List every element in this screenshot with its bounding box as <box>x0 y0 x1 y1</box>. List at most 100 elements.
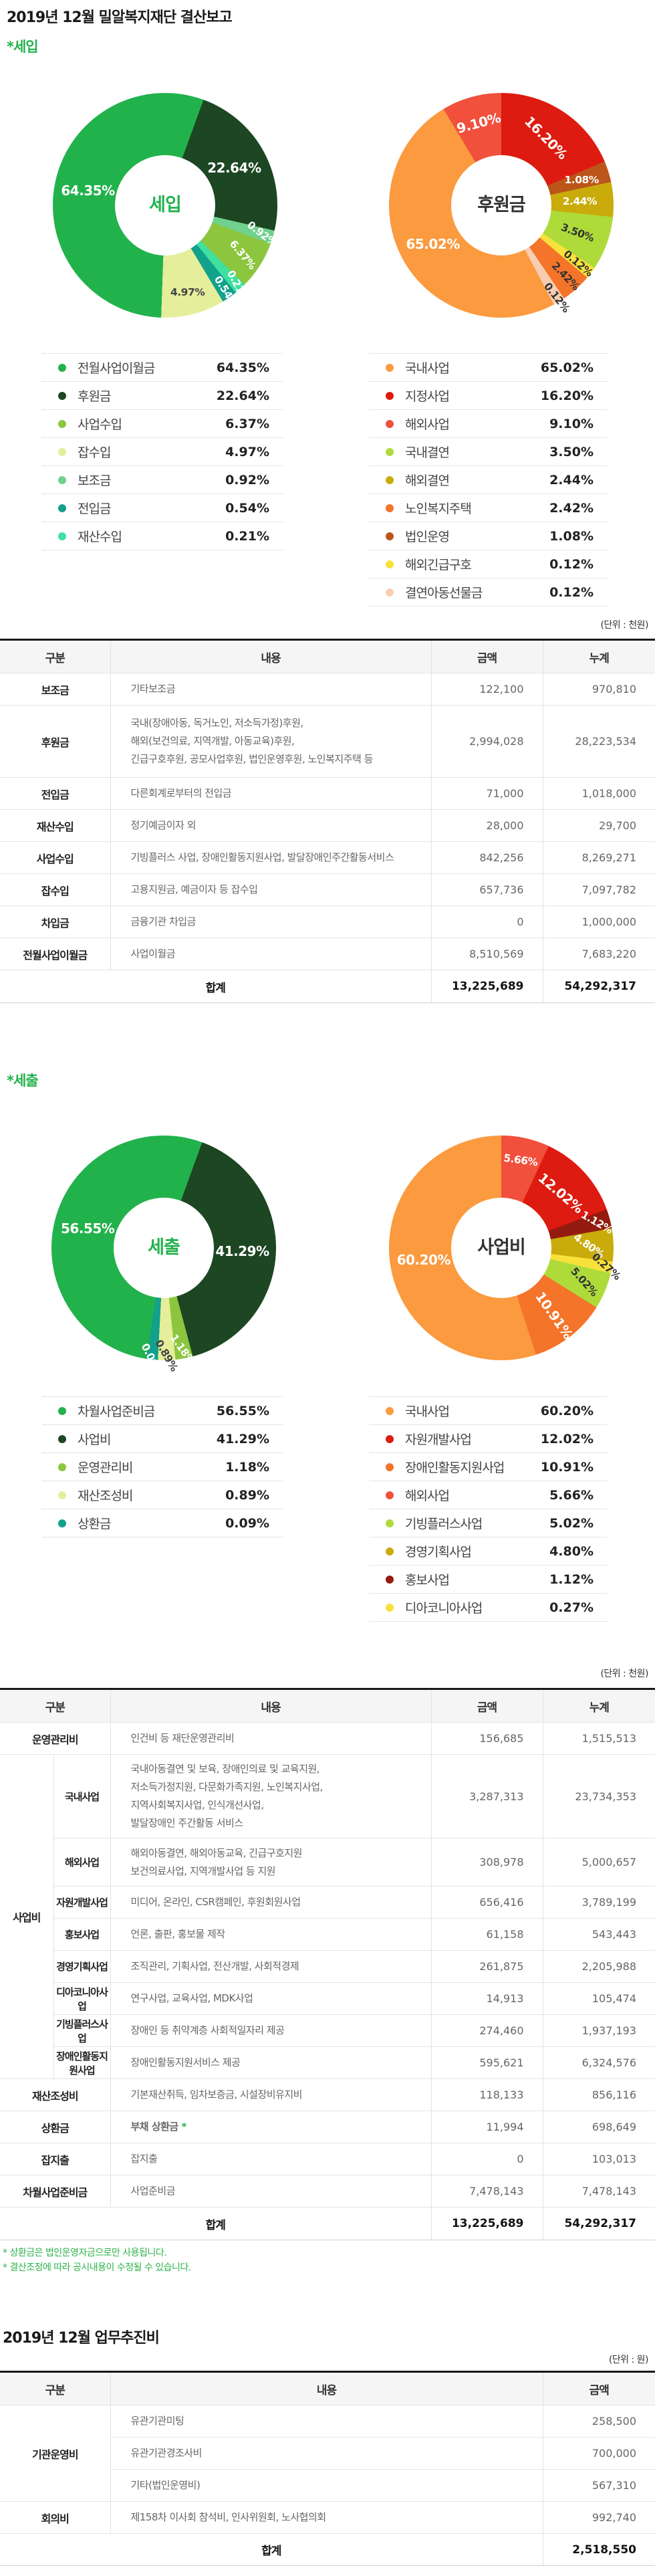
table-cell: 유관기관경조사비 <box>110 2438 543 2470</box>
table-cell: 기타보조금 <box>110 673 431 706</box>
legend-dot-icon <box>386 532 394 540</box>
table-cell: 국내사업 <box>53 1755 110 1838</box>
donation-donut: 후원금16.20%1.08%2.44%3.50%0.12%2.42%0.12%6… <box>389 93 614 318</box>
table-cell: 잡지출 <box>110 2143 431 2175</box>
legend-dot-icon <box>386 504 394 512</box>
table-cell: 274,460 <box>431 2015 543 2047</box>
legend-value: 65.02% <box>541 360 594 375</box>
table-row: 전입금다른회계로부터의 전입금71,0001,018,000 <box>0 778 655 810</box>
table-cell: 1,000,000 <box>543 906 655 938</box>
table-cell: 6,324,576 <box>543 2047 655 2079</box>
slice-label-4: 56.55% <box>61 1220 114 1237</box>
table-cell: 기타(법인운영비) <box>110 2470 543 2502</box>
expenditure-legend: 차월사업준비금56.55%사업비41.29%운영관리비1.18%재산조성비0.8… <box>42 1396 283 1537</box>
legend-label: 기빙플러스사업 <box>405 1514 482 1532</box>
legend-label: 결연아동선물금 <box>405 583 482 601</box>
column-header: 금액 <box>431 1689 543 1723</box>
legend-label: 디아코니아사업 <box>405 1598 482 1616</box>
legend-label: 국내사업 <box>405 1402 449 1420</box>
table-cell: 장애인 등 취약계층 사회적일자리 제공 <box>110 2015 431 2047</box>
legend-label: 재산조성비 <box>78 1486 132 1504</box>
table-cell: 71,000 <box>431 778 543 810</box>
expense-section-title: 2019년 12월 업무추진비 <box>3 2326 159 2347</box>
table-cell: 기관운영비 <box>0 2405 110 2502</box>
legend-value: 64.35% <box>217 360 269 375</box>
table-cell: 인건비 등 재단운영관리비 <box>110 1723 431 1755</box>
legend-value: 2.42% <box>549 501 594 516</box>
table-cell: 105,474 <box>543 1983 655 2015</box>
table-cell: 261,875 <box>431 1951 543 1983</box>
legend-dot-icon <box>58 1519 66 1527</box>
table-cell: 54,292,317 <box>543 2208 655 2240</box>
legend-label: 잡수입 <box>78 443 110 461</box>
footnote-adjustment: * 결산조정에 따라 공시내용이 수정될 수 있습니다. <box>3 2260 191 2274</box>
legend-label: 해외결연 <box>405 471 449 489</box>
table-row: 잡지출잡지출0103,013 <box>0 2143 655 2175</box>
legend-label: 사업수입 <box>78 415 122 433</box>
column-header: 내용 <box>110 640 431 673</box>
column-header: 금액 <box>431 640 543 673</box>
table-row: 재산조성비기본재산취득, 임차보증금, 시설장비유지비118,133856,11… <box>0 2079 655 2111</box>
table-cell: 합계 <box>0 2534 543 2566</box>
table-row: 사업수입기빙플러스 사업, 장애인활동지원사업, 발달장애인주간활동서비스842… <box>0 842 655 874</box>
legend-value: 12.02% <box>541 1432 594 1446</box>
table-cell: 13,225,689 <box>431 2208 543 2240</box>
legend-dot-icon <box>386 1547 394 1555</box>
unit-label-expense: (단위 : 원) <box>609 2353 648 2366</box>
legend-label: 노인복지주택 <box>405 499 471 517</box>
table-row: 잡수입고용지원금, 예금이자 등 잡수입657,7367,097,782 <box>0 874 655 906</box>
table-row: 운영관리비인건비 등 재단운영관리비156,6851,515,513 <box>0 1723 655 1755</box>
table-cell: 언론, 출판, 홍보물 제작 <box>110 1919 431 1951</box>
legend-item: 장애인활동지원사업10.91% <box>370 1453 607 1481</box>
legend-value: 6.37% <box>225 417 269 431</box>
table-cell: 0 <box>431 2143 543 2175</box>
legend-label: 사업비 <box>78 1430 110 1448</box>
table-cell: 유관기관미팅 <box>110 2405 543 2438</box>
table-cell: 7,683,220 <box>543 938 655 970</box>
legend-item: 운영관리비1.18% <box>42 1453 283 1481</box>
legend-dot-icon <box>58 392 66 400</box>
legend-item: 사업비 41.29% <box>42 1424 283 1453</box>
legend-value: 0.54% <box>225 501 269 516</box>
legend-item: 결연아동선물금0.12% <box>370 578 607 606</box>
table-cell: 합계 <box>0 2208 431 2240</box>
table-cell: 기본재산취득, 임차보증금, 시설장비유지비 <box>110 2079 431 2111</box>
table-cell: 연구사업, 교육사업, MDK사업 <box>110 1983 431 2015</box>
table-cell: 부채 상환금 * <box>110 2111 431 2143</box>
legend-dot-icon <box>386 476 394 484</box>
legend-label: 전월사업이월금 <box>78 358 154 377</box>
legend-dot-icon <box>58 504 66 512</box>
legend-item: 전입금 0.54% <box>42 494 283 522</box>
table-cell: 0 <box>431 906 543 938</box>
legend-value: 0.92% <box>225 473 269 488</box>
project-expense-donut: 사업비5.66%12.02%1.12%4.80%0.27%5.02%10.91%… <box>389 1136 614 1360</box>
column-header: 내용 <box>110 2372 543 2405</box>
legend-label: 자원개발사업 <box>405 1430 471 1448</box>
table-cell: 전입금 <box>0 778 110 810</box>
table-cell: 308,978 <box>431 1838 543 1887</box>
table-cell: 595,621 <box>431 2047 543 2079</box>
table-cell: 사업수입 <box>0 842 110 874</box>
legend-item: 법인운영1.08% <box>370 522 607 550</box>
legend-item: 국내사업65.02% <box>370 353 607 381</box>
table-cell: 103,013 <box>543 2143 655 2175</box>
legend-item: 해외사업9.10% <box>370 409 607 437</box>
table-row: 경영기획사업조직관리, 기획사업, 전산개발, 사회적경제261,8752,20… <box>0 1951 655 1983</box>
legend-item: 전월사업이월금 64.35% <box>42 353 283 381</box>
slice-label-0: 22.64% <box>207 160 261 176</box>
legend-label: 전입금 <box>78 499 110 517</box>
table-cell: 28,000 <box>431 810 543 842</box>
column-header: 내용 <box>110 1689 431 1723</box>
legend-dot-icon <box>58 476 66 484</box>
expense-table: 구분내용금액기관운영비유관기관미팅258,500유관기관경조사비700,000기… <box>0 2371 655 2566</box>
legend-item: 해외사업5.66% <box>370 1481 607 1509</box>
table-cell: 657,736 <box>431 874 543 906</box>
table-row: 기관운영비유관기관미팅258,500 <box>0 2405 655 2438</box>
column-header: 구분 <box>0 1689 110 1723</box>
table-cell: 14,913 <box>431 1983 543 2015</box>
table-cell: 13,225,689 <box>431 970 543 1003</box>
legend-value: 41.29% <box>217 1432 269 1446</box>
table-cell: 다른회계로부터의 전입금 <box>110 778 431 810</box>
table-cell: 543,443 <box>543 1919 655 1951</box>
table-cell: 후원금 <box>0 706 110 778</box>
